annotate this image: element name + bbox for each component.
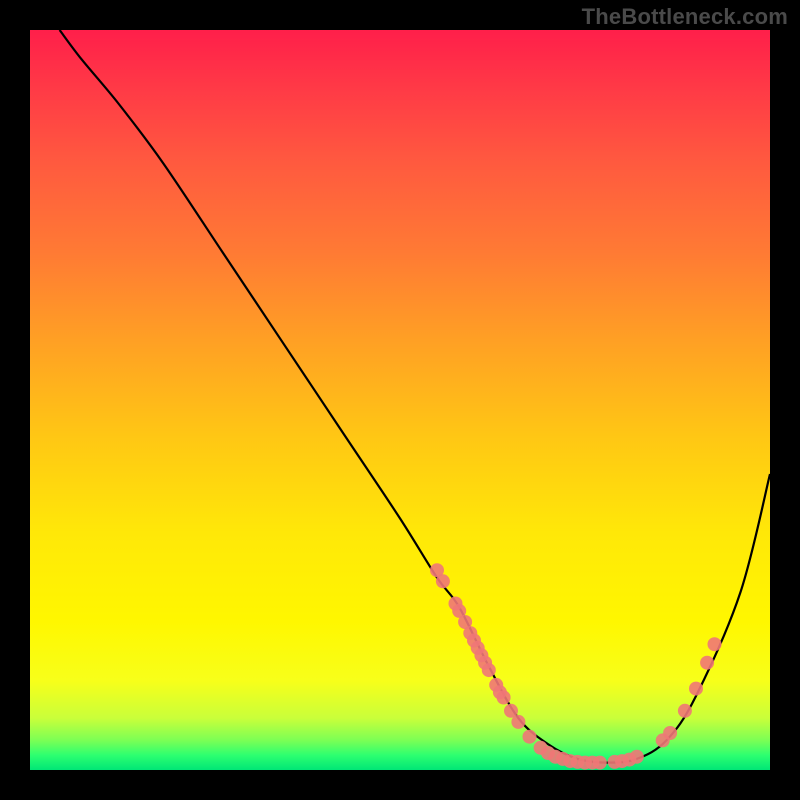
curve-marker — [708, 637, 722, 651]
chart-container: TheBottleneck.com — [0, 0, 800, 800]
watermark-text: TheBottleneck.com — [582, 4, 788, 30]
curve-marker — [593, 756, 607, 770]
curve-marker — [523, 730, 537, 744]
curve-marker — [511, 715, 525, 729]
curve-marker — [482, 663, 496, 677]
curve-svg — [30, 30, 770, 770]
curve-marker — [689, 682, 703, 696]
curve-marker — [497, 691, 511, 705]
curve-markers — [430, 563, 722, 769]
curve-marker — [630, 750, 644, 764]
curve-marker — [678, 704, 692, 718]
bottleneck-curve — [60, 30, 770, 763]
curve-marker — [663, 726, 677, 740]
plot-area — [30, 30, 770, 770]
curve-marker — [436, 574, 450, 588]
curve-marker — [700, 656, 714, 670]
